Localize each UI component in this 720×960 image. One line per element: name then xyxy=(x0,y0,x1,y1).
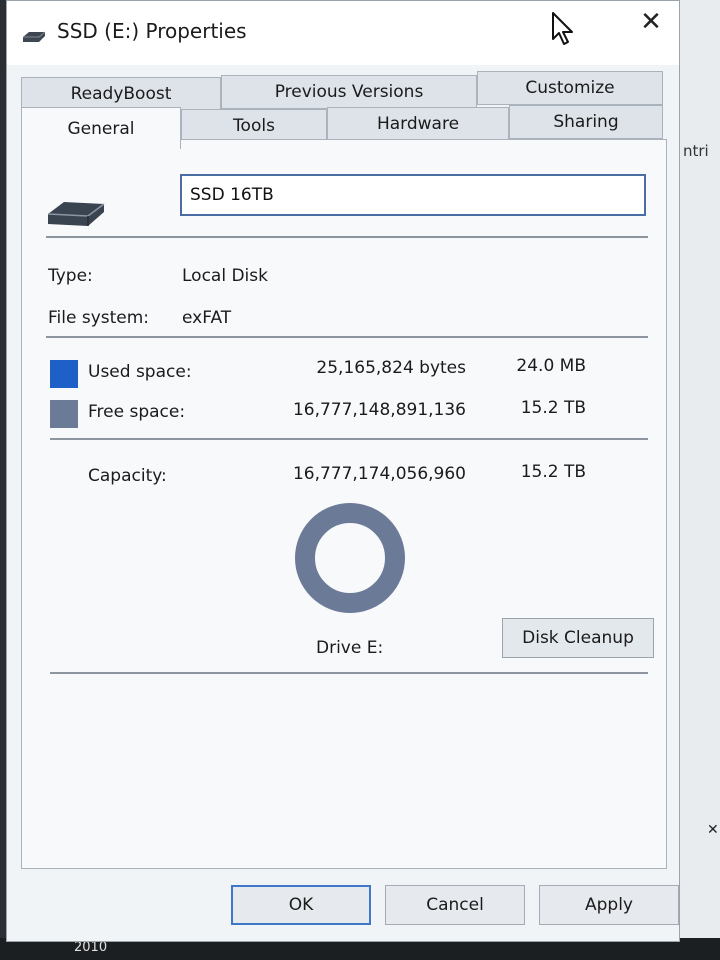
file-system-value: exFAT xyxy=(182,308,232,328)
background-window-text: ntri xyxy=(683,142,709,160)
type-label: Type: xyxy=(48,266,93,286)
free-space-ring xyxy=(295,503,405,613)
title-bar: SSD (E:) Properties ✕ xyxy=(7,1,679,65)
close-icon: ✕ xyxy=(640,7,662,37)
used-space-label: Used space: xyxy=(88,362,192,382)
disk-usage-chart xyxy=(295,503,405,613)
capacity-label: Capacity: xyxy=(88,466,167,486)
divider xyxy=(46,236,648,238)
capacity-size: 15.2 TB xyxy=(520,462,586,482)
taskbar-text: 2010 xyxy=(74,940,108,955)
disk-cleanup-button[interactable]: Disk Cleanup xyxy=(502,618,654,658)
free-space-size: 15.2 TB xyxy=(520,398,586,418)
divider xyxy=(50,672,648,674)
general-tab-panel: Type: Local Disk File system: exFAT Used… xyxy=(21,139,667,869)
tab-sharing[interactable]: Sharing xyxy=(509,105,663,139)
properties-dialog: SSD (E:) Properties ✕ ReadyBoost Previou… xyxy=(6,0,680,942)
used-space-size: 24.0 MB xyxy=(516,356,586,376)
free-space-swatch xyxy=(50,400,78,428)
type-value: Local Disk xyxy=(182,266,268,286)
background-window: ntri ✕ xyxy=(676,0,720,960)
mouse-cursor-icon xyxy=(552,12,573,45)
apply-button[interactable]: Apply xyxy=(539,885,679,925)
free-space-label: Free space: xyxy=(88,402,186,422)
tab-hardware[interactable]: Hardware xyxy=(327,107,509,141)
tab-readyboost[interactable]: ReadyBoost xyxy=(21,77,221,111)
drive-letter-label: Drive E: xyxy=(316,638,384,658)
divider xyxy=(46,336,648,338)
file-system-label: File system: xyxy=(48,308,150,328)
tab-previous-versions[interactable]: Previous Versions xyxy=(221,75,477,109)
used-space-swatch xyxy=(50,360,78,388)
tab-customize[interactable]: Customize xyxy=(477,71,663,105)
window-title: SSD (E:) Properties xyxy=(57,19,247,43)
cancel-button[interactable]: Cancel xyxy=(385,885,525,925)
tab-general[interactable]: General xyxy=(21,107,181,149)
close-button[interactable]: ✕ xyxy=(627,5,675,39)
drive-icon xyxy=(47,202,105,226)
drive-small-icon xyxy=(23,31,46,42)
capacity-bytes: 16,777,174,056,960 xyxy=(292,464,466,484)
divider xyxy=(50,438,648,440)
background-close-icon: ✕ xyxy=(707,822,719,838)
free-space-bytes: 16,777,148,891,136 xyxy=(292,400,466,420)
used-space-bytes: 25,165,824 bytes xyxy=(316,358,466,378)
ok-button[interactable]: OK xyxy=(231,885,371,925)
volume-name-input[interactable] xyxy=(180,174,646,216)
tab-tools[interactable]: Tools xyxy=(181,109,327,143)
